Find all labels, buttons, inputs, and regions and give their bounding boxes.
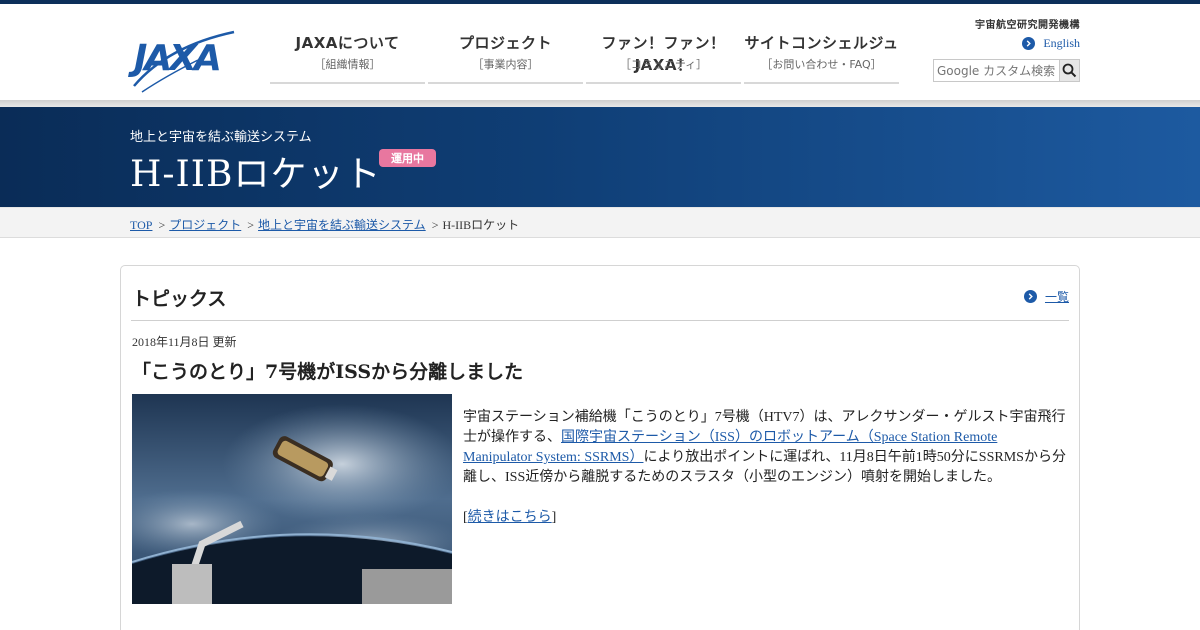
breadcrumb-separator: >: [158, 218, 166, 232]
search-icon: [1062, 63, 1077, 78]
topics-title: トピックス: [132, 288, 227, 310]
nav-item-concierge[interactable]: サイトコンシェルジュ ［お問い合わせ・FAQ］: [744, 32, 899, 84]
nav-main-label: ファン！ファン！JAXA！: [601, 34, 726, 74]
hero-title: H-IIBロケット: [130, 154, 382, 195]
logo-text: JAXA: [128, 38, 219, 79]
breadcrumb-separator: >: [431, 218, 439, 232]
topics-list-link[interactable]: 一覧: [1023, 288, 1069, 305]
read-more-link[interactable]: 続きはこちら: [468, 510, 552, 525]
nav-main-label: プロジェクト: [458, 34, 552, 52]
topic-headline: 「こうのとり」7号機がISSから分離しました: [132, 361, 524, 383]
global-nav: JAXAについて ［組織情報］ プロジェクト ［事業内容］ ファン！ファン！JA…: [270, 32, 902, 84]
english-link[interactable]: English: [1022, 36, 1080, 51]
nav-main-label: JAXAについて: [295, 34, 400, 52]
status-badge: 運用中: [379, 149, 436, 167]
hero-subtitle: 地上と宇宙を結ぶ輸送システム: [130, 130, 312, 145]
breadcrumb-link-top[interactable]: TOP: [130, 218, 152, 232]
topic-date: 2018年11月8日 更新: [132, 335, 237, 349]
jaxa-logo[interactable]: JAXA: [128, 26, 242, 98]
nav-item-about[interactable]: JAXAについて ［組織情報］: [270, 32, 425, 84]
nav-item-community[interactable]: ファン！ファン！JAXA！ ［コミュニティ］: [586, 32, 741, 84]
read-more-bracket-close: ]: [551, 510, 557, 525]
search-input[interactable]: [934, 60, 1059, 81]
nav-sub-label: ［コミュニティ］: [619, 58, 708, 71]
breadcrumb-separator: >: [247, 218, 255, 232]
arrow-right-circle-icon: [1022, 37, 1036, 50]
read-more: [続きはこちら]: [463, 508, 1069, 528]
breadcrumb-current: H-IIBロケット: [442, 218, 520, 232]
breadcrumb-bar: TOP > プロジェクト > 地上と宇宙を結ぶ輸送システム > H-IIBロケット: [0, 207, 1200, 238]
topics-list-link-label[interactable]: 一覧: [1045, 288, 1069, 305]
topic-photo: [132, 394, 452, 604]
search-button[interactable]: [1059, 60, 1079, 81]
nav-item-projects[interactable]: プロジェクト ［事業内容］: [428, 32, 583, 84]
breadcrumb-link-projects[interactable]: プロジェクト: [169, 218, 241, 232]
project-hero: 地上と宇宙を結ぶ輸送システム H-IIBロケット 運用中: [0, 107, 1200, 207]
nav-sub-label: ［事業内容］: [472, 58, 539, 71]
arrow-right-circle-icon: [1023, 290, 1037, 303]
english-link-label[interactable]: English: [1043, 36, 1080, 51]
nav-sub-label: ［お問い合わせ・FAQ］: [761, 58, 882, 71]
topics-panel: トピックス 一覧 2018年11月8日 更新 「こうのとり」7号機がISSから分…: [120, 265, 1080, 630]
site-search: [933, 59, 1080, 82]
org-name: 宇宙航空研究開発機構: [975, 20, 1080, 31]
divider: [131, 320, 1069, 321]
breadcrumb-link-transport[interactable]: 地上と宇宙を結ぶ輸送システム: [258, 218, 426, 232]
topic-body: 宇宙ステーション補給機「こうのとり」7号機（HTV7）は、アレクサンダー・ゲルス…: [463, 408, 1069, 528]
breadcrumb: TOP > プロジェクト > 地上と宇宙を結ぶ輸送システム > H-IIBロケット: [130, 216, 519, 233]
site-header: JAXA JAXAについて ［組織情報］ プロジェクト ［事業内容］ ファン！フ…: [0, 4, 1200, 100]
nav-sub-label: ［組織情報］: [314, 58, 381, 71]
nav-main-label: サイトコンシェルジュ: [744, 34, 899, 52]
